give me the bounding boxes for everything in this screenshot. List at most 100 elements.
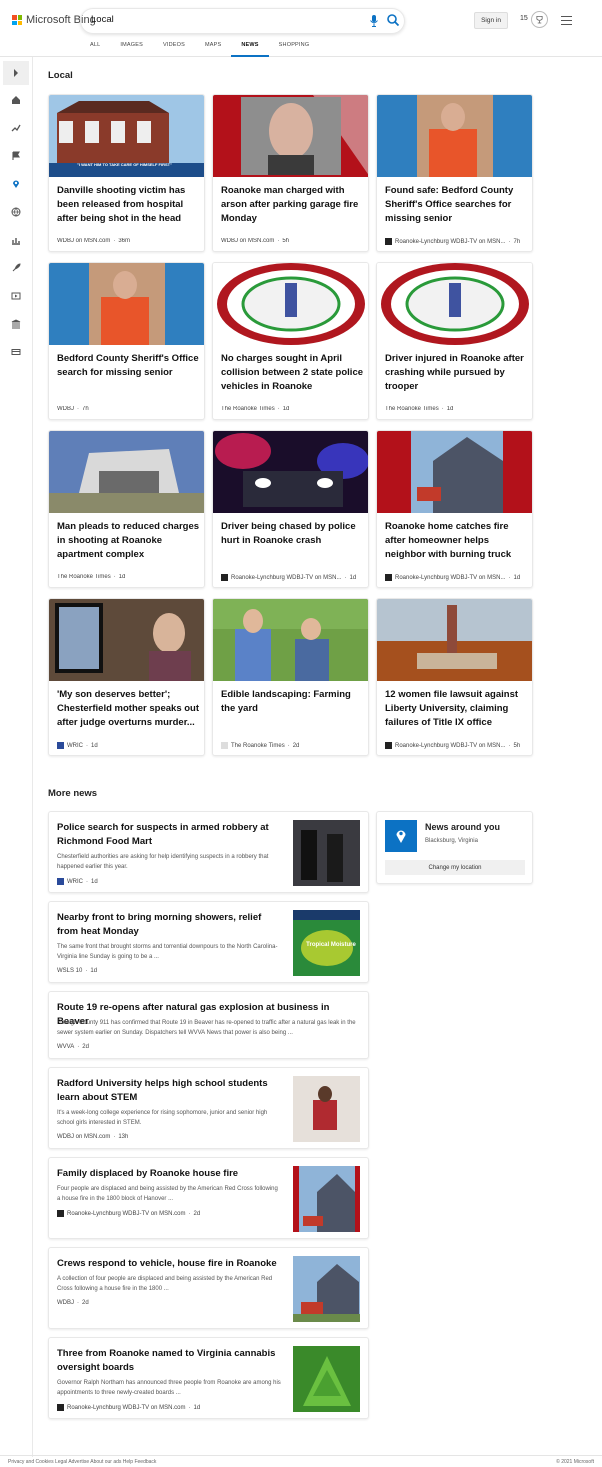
news-item-snippet: Four people are displaced and being assi… <box>57 1186 278 1202</box>
card-title[interactable]: Roanoke home catches fire after homeowne… <box>385 520 527 562</box>
card-title[interactable]: Driver being chased by police hurt in Ro… <box>221 520 363 548</box>
tab-news[interactable]: NEWS <box>231 40 269 57</box>
card-source: The Roanoke Times · 1d <box>385 406 454 412</box>
news-list-item[interactable]: Nearby front to bring morning showers, r… <box>48 901 369 983</box>
news-card[interactable]: 'My son deserves better'; Chesterfield m… <box>48 598 205 756</box>
news-thumbnail <box>293 1076 360 1142</box>
money-icon[interactable] <box>11 347 21 357</box>
news-list-item[interactable]: Radford University helps high school stu… <box>48 1067 369 1149</box>
news-card[interactable]: Found safe: Bedford County Sheriff's Off… <box>376 94 533 252</box>
card-thumbnail <box>377 431 532 513</box>
section-title-more-news: More news <box>48 788 98 799</box>
news-item-source: WVVA · 2d <box>57 1044 89 1050</box>
card-thumbnail-caption: "I WANT HIM TO TAKE CARE OF HIMSELF FIRS… <box>77 162 172 167</box>
entertainment-icon[interactable] <box>11 291 21 301</box>
rewards-trophy-icon[interactable] <box>531 11 548 28</box>
card-title[interactable]: Man pleads to reduced charges in shootin… <box>57 520 199 562</box>
chevron-right-icon <box>14 69 18 77</box>
card-title[interactable]: No charges sought in April collision bet… <box>221 352 363 394</box>
trending-icon[interactable] <box>11 123 21 133</box>
news-list-item[interactable]: Family displaced by Roanoke house fire F… <box>48 1157 369 1239</box>
publisher-logo-icon <box>221 574 228 581</box>
news-card[interactable]: 12 women file lawsuit against Liberty Un… <box>376 598 533 756</box>
card-title[interactable]: 'My son deserves better'; Chesterfield m… <box>57 688 199 730</box>
footer-links[interactable]: Privacy and Cookies Legal Advertise Abou… <box>8 1459 156 1465</box>
news-item-title[interactable]: Family displaced by Roanoke house fire <box>57 1167 282 1181</box>
top-header: Microsoft Bing Sign in 15 ALL IMAGES VID… <box>0 0 602 57</box>
card-source: The Roanoke Times · 1d <box>221 406 290 412</box>
news-item-snippet: A collection of four people are displace… <box>57 1276 273 1292</box>
card-title[interactable]: Found safe: Bedford County Sheriff's Off… <box>385 184 527 226</box>
card-title[interactable]: 12 women file lawsuit against Liberty Un… <box>385 688 527 730</box>
publisher-logo-icon <box>57 1210 64 1217</box>
card-source: The Roanoke Times · 1d <box>57 574 126 580</box>
publisher-logo-icon <box>57 742 64 749</box>
news-item-title[interactable]: Radford University helps high school stu… <box>57 1077 282 1105</box>
card-title[interactable]: Roanoke man charged with arson after par… <box>221 184 363 226</box>
publisher-logo-icon <box>221 742 228 749</box>
news-item-snippet: The same front that brought storms and t… <box>57 944 278 960</box>
news-item-source: WDBJ on MSN.com · 13h <box>57 1134 129 1140</box>
politics-icon[interactable] <box>11 319 21 329</box>
card-source: WDBJ on MSN.com · 5h <box>221 238 290 244</box>
news-card[interactable]: Driver being chased by police hurt in Ro… <box>212 430 369 588</box>
news-item-title[interactable]: Three from Roanoke named to Virginia can… <box>57 1347 282 1375</box>
rocket-icon[interactable] <box>11 263 21 273</box>
news-list-item[interactable]: Three from Roanoke named to Virginia can… <box>48 1337 369 1419</box>
card-thumbnail <box>213 599 368 681</box>
news-card[interactable]: Bedford County Sheriff's Office search f… <box>48 262 205 420</box>
page-footer: Privacy and Cookies Legal Advertise Abou… <box>0 1455 602 1467</box>
microphone-icon[interactable] <box>369 14 379 28</box>
change-location-button[interactable]: Change my location <box>385 860 525 875</box>
news-thumbnail <box>293 1346 360 1412</box>
news-thumbnail <box>293 820 360 886</box>
news-list-item[interactable]: Crews respond to vehicle, house fire in … <box>48 1247 369 1329</box>
news-card[interactable]: Driver injured in Roanoke after crashing… <box>376 262 533 420</box>
rewards-count: 15 <box>520 15 528 22</box>
card-thumbnail <box>213 431 368 513</box>
card-source: The Roanoke Times · 2d <box>221 742 366 749</box>
news-item-snippet: Chesterfield authorities are asking for … <box>57 854 269 870</box>
news-item-title[interactable]: Police search for suspects in armed robb… <box>57 821 282 849</box>
sidebar-expand[interactable] <box>3 61 29 85</box>
tab-images[interactable]: IMAGES <box>110 40 153 57</box>
globe-icon[interactable] <box>11 207 21 217</box>
news-card[interactable]: Roanoke man charged with arson after par… <box>212 94 369 252</box>
tab-videos[interactable]: VIDEOS <box>153 40 195 57</box>
news-item-source: WRIC · 1d <box>57 878 98 885</box>
news-card[interactable]: Roanoke home catches fire after homeowne… <box>376 430 533 588</box>
news-item-source: WSLS 10 · 1d <box>57 968 98 974</box>
hamburger-menu-icon[interactable] <box>561 16 572 25</box>
news-item-title[interactable]: Nearby front to bring morning showers, r… <box>57 911 282 939</box>
publisher-logo-icon <box>385 742 392 749</box>
news-around-you-widget: News around you Blacksburg, Virginia Cha… <box>376 811 533 884</box>
card-source: WDBJ · 7h <box>57 406 89 412</box>
news-list-item[interactable]: Route 19 re-opens after natural gas expl… <box>48 991 369 1059</box>
sign-in-button[interactable]: Sign in <box>474 12 508 29</box>
news-item-title[interactable]: Crews respond to vehicle, house fire in … <box>57 1257 282 1271</box>
news-card[interactable]: Edible landscaping: Farming the yard The… <box>212 598 369 756</box>
card-title[interactable]: Edible landscaping: Farming the yard <box>221 688 363 716</box>
search-input[interactable] <box>91 14 351 25</box>
tab-all[interactable]: ALL <box>80 40 110 57</box>
news-list-item[interactable]: Police search for suspects in armed robb… <box>48 811 369 893</box>
card-title[interactable]: Driver injured in Roanoke after crashing… <box>385 352 527 394</box>
location-pin-badge <box>385 820 417 852</box>
location-pin-icon[interactable] <box>11 179 21 189</box>
tab-shopping[interactable]: SHOPPING <box>269 40 320 57</box>
chart-icon[interactable] <box>11 235 21 245</box>
home-icon[interactable] <box>11 95 21 105</box>
news-thumbnail <box>293 1256 360 1322</box>
search-icon[interactable] <box>386 13 400 27</box>
news-card[interactable]: "I WANT HIM TO TAKE CARE OF HIMSELF FIRS… <box>48 94 205 252</box>
card-thumbnail-virginia-police-seal <box>213 263 368 345</box>
card-thumbnail <box>377 95 532 177</box>
flag-icon[interactable] <box>11 151 21 161</box>
card-title[interactable]: Bedford County Sheriff's Office search f… <box>57 352 199 380</box>
card-thumbnail <box>49 263 204 345</box>
card-title[interactable]: Danville shooting victim has been releas… <box>57 184 199 226</box>
search-tabs: ALL IMAGES VIDEOS MAPS NEWS SHOPPING <box>80 40 319 57</box>
news-card[interactable]: No charges sought in April collision bet… <box>212 262 369 420</box>
news-card[interactable]: Man pleads to reduced charges in shootin… <box>48 430 205 588</box>
tab-maps[interactable]: MAPS <box>195 40 231 57</box>
